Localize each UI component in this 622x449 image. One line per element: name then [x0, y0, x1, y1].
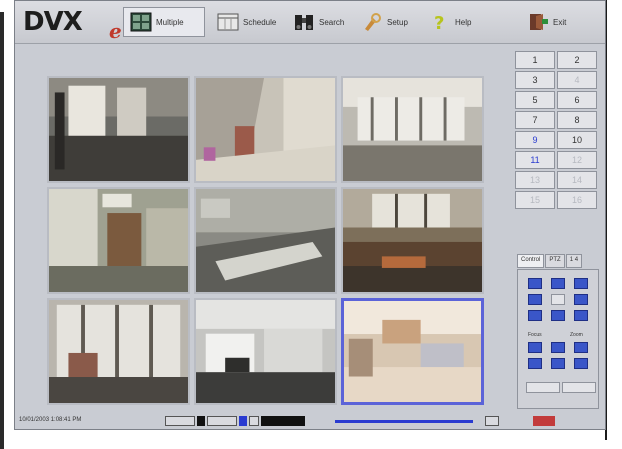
focus-near-button[interactable]	[528, 342, 542, 353]
camera-view-8[interactable]	[194, 298, 337, 405]
playback-progress-bar[interactable]	[335, 420, 473, 423]
window-left-edge	[0, 12, 4, 449]
panel-tabs: Control PTZ 1 4	[517, 254, 583, 268]
ptz-down-right-button[interactable]	[574, 310, 588, 321]
zoom-label: Zoom	[570, 332, 583, 338]
channel-button-13[interactable]: 13	[515, 171, 555, 189]
camera-view-5[interactable]	[194, 187, 337, 294]
channel-button-6[interactable]: 6	[557, 91, 597, 109]
toolbar-setup-label: Setup	[387, 17, 408, 27]
toolbar-search-label: Search	[319, 17, 345, 27]
zoom-in-button[interactable]	[574, 342, 588, 353]
ptz-home-button[interactable]	[551, 294, 565, 305]
camera-view-6[interactable]	[341, 187, 484, 294]
timeline-segment-5[interactable]	[249, 416, 259, 426]
toolbar-schedule-button[interactable]: Schedule	[211, 7, 281, 37]
record-icon[interactable]	[533, 416, 555, 426]
iris-open-button[interactable]	[528, 358, 542, 369]
ptz-up-left-button[interactable]	[528, 278, 542, 289]
camera-view-9[interactable]	[341, 298, 484, 405]
channel-button-4[interactable]: 4	[557, 71, 597, 89]
toolbar-help-button[interactable]: ? Help	[423, 7, 481, 37]
channel-button-7[interactable]: 7	[515, 111, 555, 129]
channel-button-2[interactable]: 2	[557, 51, 597, 69]
tab-control[interactable]: Control	[517, 254, 545, 268]
channel-button-9[interactable]: 9	[515, 131, 555, 149]
binoculars-icon	[293, 12, 315, 32]
channel-button-10[interactable]: 10	[557, 131, 597, 149]
help-icon: ?	[429, 12, 451, 34]
channel-button-12[interactable]: 12	[557, 151, 597, 169]
camera-view-7[interactable]	[47, 298, 190, 405]
status-bar: 10/01/2003 1:08:41 PM	[15, 413, 605, 429]
ptz-up-right-button[interactable]	[574, 278, 588, 289]
channel-button-5[interactable]: 5	[515, 91, 555, 109]
camera-view-2[interactable]	[194, 76, 337, 183]
multi-view-icon	[130, 12, 152, 32]
channel-button-16[interactable]: 16	[557, 191, 597, 209]
zoom-out-button[interactable]	[574, 358, 588, 369]
toolbar-search-button[interactable]: Search	[287, 7, 349, 37]
status-indicator	[485, 416, 499, 426]
ptz-down-button[interactable]	[551, 310, 565, 321]
timeline-segment-4[interactable]	[239, 416, 247, 426]
exit-door-icon	[527, 12, 549, 32]
ptz-right-button[interactable]	[574, 294, 588, 305]
timeline-segment-2[interactable]	[197, 416, 205, 426]
channel-button-3[interactable]: 3	[515, 71, 555, 89]
app-logo: DVX	[23, 7, 83, 37]
toolbar-schedule-label: Schedule	[243, 17, 277, 27]
iris-close-button[interactable]	[551, 358, 565, 369]
camera-view-3[interactable]	[341, 76, 484, 183]
toolbar-help-label: Help	[455, 17, 472, 27]
calendar-icon	[217, 12, 239, 32]
camera-grid	[47, 76, 487, 406]
toolbar-multiple-label: Multiple	[156, 17, 184, 27]
channel-button-14[interactable]: 14	[557, 171, 597, 189]
setup-icon	[361, 12, 383, 32]
tab-ptz[interactable]: PTZ	[545, 254, 565, 268]
status-datetime: 10/01/2003 1:08:41 PM	[19, 417, 82, 423]
app-logo-suffix: e	[109, 19, 122, 43]
preset-set-button[interactable]	[526, 382, 560, 393]
tab-other[interactable]: 1 4	[565, 254, 583, 268]
camera-view-1[interactable]	[47, 76, 190, 183]
focus-far-button[interactable]	[551, 342, 565, 353]
toolbar-multiple-button[interactable]: Multiple	[123, 7, 205, 37]
timeline-segment-6[interactable]	[261, 416, 305, 426]
toolbar-exit-label: Exit	[553, 17, 567, 27]
channel-button-11[interactable]: 11	[515, 151, 555, 169]
channel-button-1[interactable]: 1	[515, 51, 555, 69]
toolbar-setup-button[interactable]: Setup	[355, 7, 415, 37]
main-toolbar: DVX e Multiple Schedule Search Setup ? H…	[15, 1, 605, 44]
ptz-down-left-button[interactable]	[528, 310, 542, 321]
camera-view-4[interactable]	[47, 187, 190, 294]
dvr-app-window: DVX e Multiple Schedule Search Setup ? H…	[14, 0, 606, 430]
toolbar-exit-button[interactable]: Exit	[521, 7, 583, 37]
timeline-segment-1[interactable]	[165, 416, 195, 426]
preset-go-button[interactable]	[562, 382, 596, 393]
ptz-up-button[interactable]	[551, 278, 565, 289]
timeline-segment-3[interactable]	[207, 416, 237, 426]
svg-text:?: ?	[434, 13, 444, 32]
ptz-controls: Focus Zoom	[517, 269, 599, 409]
focus-label: Focus	[528, 332, 542, 338]
ptz-left-button[interactable]	[528, 294, 542, 305]
channel-button-8[interactable]: 8	[557, 111, 597, 129]
channel-button-15[interactable]: 15	[515, 191, 555, 209]
control-panel: 1 2 3 4 5 6 7 8 9 10 11 12 13 14 15 16 C…	[507, 51, 605, 421]
